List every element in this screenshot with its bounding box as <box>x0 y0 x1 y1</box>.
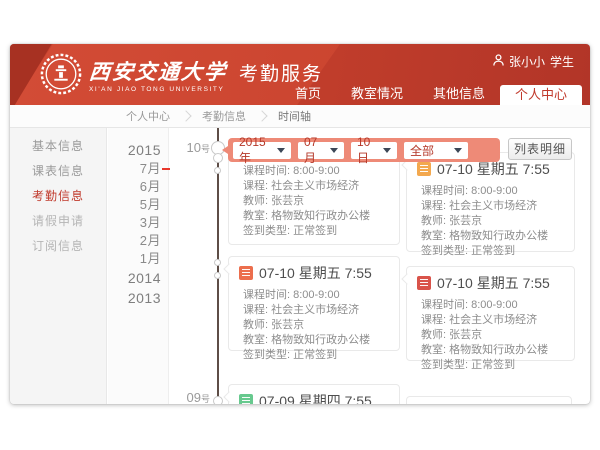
day-select[interactable]: 10日 <box>351 142 397 159</box>
user-account[interactable]: 张小小 学生 <box>493 53 574 70</box>
attendance-window: 西安交通大学 XI'AN JIAO TONG UNIVERSITY 考勤服务 张… <box>10 44 590 404</box>
card-field: 签到类型: 正常签到 <box>243 224 391 239</box>
user-name: 张小小 <box>509 53 545 70</box>
status-badge-icon <box>417 162 431 176</box>
main-nav: 首页教室情况其他信息个人中心 <box>280 85 582 105</box>
card-field: 教室: 格物致知行政办公楼 <box>421 229 566 244</box>
period-2015[interactable]: 2015 <box>108 140 168 160</box>
period-2013[interactable]: 2013 <box>108 288 168 308</box>
card-field: 课程: 社会主义市场经济 <box>243 179 391 194</box>
card-field: 签到类型: 正常签到 <box>421 358 566 373</box>
status-badge-icon <box>239 394 253 404</box>
card-field: 教室: 格物致知行政办公楼 <box>243 333 391 348</box>
breadcrumb-item-1[interactable]: 考勤信息 <box>190 108 258 124</box>
chevron-down-icon <box>277 148 285 153</box>
user-icon <box>493 54 504 69</box>
sidebar-item-0[interactable]: 基本信息 <box>10 134 106 159</box>
card-date-text: 07-10 星期五 7:55 <box>259 263 372 283</box>
breadcrumb-item-2[interactable]: 时间轴 <box>266 108 323 124</box>
card-field: 教室: 格物致知行政办公楼 <box>243 209 391 224</box>
timeline-dot <box>214 259 221 266</box>
status-badge-icon <box>417 276 431 290</box>
timeline-dot <box>213 153 223 163</box>
app-header: 西安交通大学 XI'AN JIAO TONG UNIVERSITY 考勤服务 张… <box>10 44 590 105</box>
list-detail-button[interactable]: 列表明细 <box>508 138 572 160</box>
attendance-card-1: 07-10 星期五 7:55 课程时间: 8:00-9:00课程: 社会主义市场经… <box>406 152 575 252</box>
university-name-cn: 西安交通大学 <box>88 61 228 85</box>
sidebar-item-2[interactable]: 考勤信息 <box>10 184 106 209</box>
card-date-text: 07-09 星期四 7:55 <box>259 391 372 404</box>
card-field: 课程时间: 8:00-9:00 <box>243 288 391 303</box>
period-column: 20157月6月5月3月2月1月20142013 <box>108 128 169 404</box>
attendance-card-4: 07-09 星期四 7:55 <box>228 384 400 404</box>
card-date-header: 07-10 星期五 7:55 <box>229 257 399 285</box>
period-3月[interactable]: 3月 <box>108 214 168 232</box>
chevron-down-icon <box>454 148 462 153</box>
chevron-down-icon <box>330 148 338 153</box>
card-field: 课程: 社会主义市场经济 <box>421 199 566 214</box>
period-2014[interactable]: 2014 <box>108 268 168 288</box>
card-field: 教师: 张芸京 <box>421 328 566 343</box>
nav-item-1[interactable]: 教室情况 <box>336 85 418 105</box>
day-marker-09: 09号 <box>166 390 210 404</box>
card-date-header: 07-09 星期四 7:55 <box>229 385 399 404</box>
card-field: 教室: 格物致知行政办公楼 <box>421 343 566 358</box>
sidebar-item-4[interactable]: 订阅信息 <box>10 234 106 259</box>
timeline-dot <box>213 396 223 404</box>
card-field: 课程: 社会主义市场经济 <box>421 313 566 328</box>
timeline-dot <box>214 272 221 279</box>
year-select[interactable]: 2015年 <box>233 142 291 159</box>
breadcrumb: 个人中心考勤信息时间轴 <box>10 105 590 128</box>
period-2月[interactable]: 2月 <box>108 232 168 250</box>
category-select[interactable]: 全部 <box>404 142 468 159</box>
card-field: 课程时间: 8:00-9:00 <box>421 184 566 199</box>
chevron-down-icon <box>383 148 391 153</box>
card-body: 课程时间: 8:00-9:00课程: 社会主义市场经济教师: 张芸京教室: 格物… <box>229 285 399 363</box>
card-field: 课程时间: 8:00-9:00 <box>243 164 391 179</box>
card-body: 课程时间: 8:00-9:00课程: 社会主义市场经济教师: 张芸京教室: 格物… <box>407 181 574 259</box>
breadcrumb-item-0[interactable]: 个人中心 <box>114 108 182 124</box>
attendance-card-2: 07-10 星期五 7:55 课程时间: 8:00-9:00课程: 社会主义市场经… <box>228 256 400 351</box>
nav-item-0[interactable]: 首页 <box>280 85 336 105</box>
page: 西安交通大学 XI'AN JIAO TONG UNIVERSITY 考勤服务 张… <box>0 0 600 450</box>
sidebar-item-3[interactable]: 请假申请 <box>10 209 106 234</box>
period-6月[interactable]: 6月 <box>108 178 168 196</box>
period-5月[interactable]: 5月 <box>108 196 168 214</box>
card-date-text: 07-10 星期五 7:55 <box>437 273 550 293</box>
period-7月[interactable]: 7月 <box>108 160 168 178</box>
card-field: 签到类型: 正常签到 <box>421 244 566 259</box>
attendance-card-3: 07-10 星期五 7:55 课程时间: 8:00-9:00课程: 社会主义市场经… <box>406 266 575 361</box>
card-field: 课程: 社会主义市场经济 <box>243 303 391 318</box>
card-date-header: 07-10 星期五 7:55 <box>407 267 574 295</box>
card-field: 签到类型: 正常签到 <box>243 348 391 363</box>
card-field: 教师: 张芸京 <box>243 318 391 333</box>
user-role: 学生 <box>550 53 574 70</box>
nav-item-2[interactable]: 其他信息 <box>418 85 500 105</box>
filter-bar: 2015年 07月 10日 全部 <box>228 138 500 162</box>
card-field: 教师: 张芸京 <box>243 194 391 209</box>
nav-item-3[interactable]: 个人中心 <box>500 85 582 105</box>
sidebar-item-1[interactable]: 课表信息 <box>10 159 106 184</box>
timeline-dot <box>214 167 221 174</box>
card-body: 课程时间: 8:00-9:00课程: 社会主义市场经济教师: 张芸京教室: 格物… <box>407 295 574 373</box>
university-name-en: XI'AN JIAO TONG UNIVERSITY <box>89 86 227 93</box>
university-emblem-icon <box>40 53 82 100</box>
month-select[interactable]: 07月 <box>298 142 344 159</box>
card-date-text: 07-10 星期五 7:55 <box>437 159 550 179</box>
period-1月[interactable]: 1月 <box>108 250 168 268</box>
attendance-card-5 <box>406 396 572 404</box>
sidebar: 基本信息课表信息考勤信息请假申请订阅信息 <box>10 128 107 404</box>
card-field: 课程时间: 8:00-9:00 <box>421 298 566 313</box>
card-field: 教师: 张芸京 <box>421 214 566 229</box>
day-marker-10: 10号 <box>166 140 210 155</box>
active-period-marker <box>162 168 170 170</box>
status-badge-icon <box>239 266 253 280</box>
